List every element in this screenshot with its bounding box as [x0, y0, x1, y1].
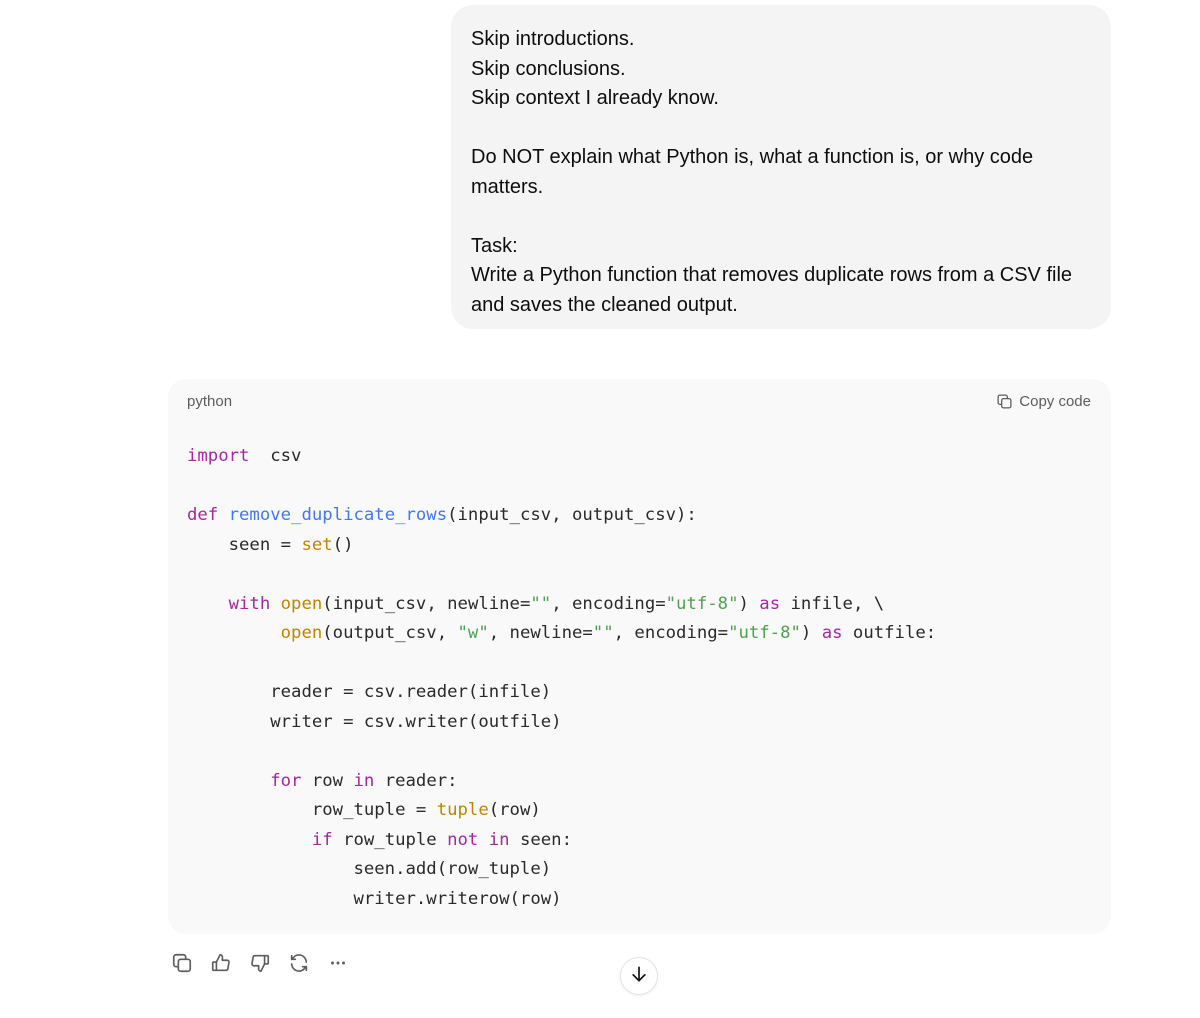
user-message-line: and saves the cleaned output. [471, 293, 738, 316]
code-token: reader: [374, 770, 458, 791]
more-horizontal-icon [327, 952, 349, 979]
code-token: def [187, 505, 219, 525]
code-token: ) [738, 593, 760, 614]
user-message-line: Write a Python function that removes dup… [471, 264, 1073, 286]
scroll-to-bottom-button[interactable] [620, 957, 658, 995]
thumbs-up-button[interactable] [207, 951, 235, 979]
code-token: not [447, 829, 479, 850]
code-token: writer = csv.writer(outfile) [187, 711, 562, 732]
user-message-line [471, 202, 1091, 232]
code-token: as [821, 623, 843, 643]
user-message-line: Task: [471, 234, 518, 257]
code-line: for row in reader: [187, 767, 936, 797]
code-token: outfile: [842, 623, 937, 643]
code-token: infile, \ [780, 593, 885, 614]
code-line: row_tuple = tuple(row) [187, 796, 936, 826]
code-line: open(output_csv, "w", newline="", encodi… [187, 619, 937, 649]
code-token: "w" [457, 623, 489, 643]
copy-code-label: Copy code [1019, 392, 1091, 410]
code-token: writer.writerow(row) [187, 888, 562, 909]
code-token: in [488, 829, 510, 850]
copy-icon [171, 952, 193, 979]
more-options-button[interactable] [324, 951, 352, 979]
code-token: ) [800, 623, 822, 643]
code-token: (input_csv, output_csv): [447, 505, 697, 525]
code-token: "utf-8" [728, 623, 801, 643]
thumbs-down-icon [249, 952, 271, 979]
refresh-icon [288, 952, 310, 979]
user-message-line: Skip introductions. [471, 28, 635, 50]
code-token: "" [592, 623, 614, 643]
thumbs-down-button[interactable] [246, 951, 274, 979]
code-token: (row) [488, 800, 541, 820]
code-content: import csv def remove_duplicate_rows(inpu… [187, 442, 936, 914]
response-action-bar [168, 951, 352, 979]
code-token: , encoding= [613, 623, 729, 643]
code-language-label: python [187, 392, 233, 410]
code-block-header: python Copy code [187, 389, 1091, 413]
code-line: if row_tuple not in seen: [187, 826, 936, 856]
code-token: seen: [509, 829, 572, 850]
user-message-line: Skip conclusions. [471, 57, 626, 80]
code-line: writer.writerow(row) [187, 885, 936, 915]
user-message-line: matters. [471, 175, 544, 198]
code-token: open [280, 593, 323, 614]
user-message-line [471, 114, 1091, 144]
code-line: def remove_duplicate_rows(input_csv, out… [187, 501, 936, 531]
code-token: in [353, 770, 375, 791]
copy-icon [996, 393, 1013, 410]
code-line: import csv [187, 442, 936, 472]
code-token: import [187, 446, 250, 466]
code-token: as [759, 593, 781, 614]
code-token: seen = [187, 534, 302, 555]
code-token: (input_csv, newline= [322, 593, 531, 614]
code-line: seen = set() [187, 531, 936, 561]
code-line: seen.add(row_tuple) [187, 855, 936, 885]
code-token: row_tuple = [187, 800, 437, 820]
code-token: seen.add(row_tuple) [187, 859, 552, 879]
user-message-bubble: Skip introductions. Skip conclusions. Skip… [451, 5, 1111, 329]
copy-response-button[interactable] [168, 951, 196, 979]
code-line: with open(input_csv, newline="", encodin… [187, 590, 936, 620]
code-token: for [270, 770, 302, 791]
user-message-line: Do NOT explain what Python is, what a fu… [471, 146, 1034, 168]
thumbs-up-icon [210, 952, 232, 979]
code-token: remove_duplicate_rows [228, 505, 448, 525]
chat-page: Skip introductions. Skip conclusions. Skip… [0, 0, 1200, 1018]
code-token: set [301, 534, 333, 555]
regenerate-button[interactable] [285, 951, 313, 979]
code-line: reader = csv.reader(infile) [187, 678, 936, 708]
user-message-line: Skip context I already know. [471, 87, 719, 109]
code-token: () [332, 534, 354, 555]
code-token: open [280, 623, 323, 643]
code-token: row_tuple [332, 829, 448, 850]
code-token: tuple [436, 800, 489, 820]
code-block: python Copy code import csv def remove_du… [168, 379, 1111, 934]
copy-code-button[interactable]: Copy code [996, 393, 1091, 410]
arrow-down-icon [629, 964, 649, 989]
code-token: , newline= [488, 623, 593, 643]
code-token: row [301, 770, 354, 791]
user-message-text: Skip introductions. Skip conclusions. Skip… [471, 25, 1091, 320]
code-line: writer = csv.writer(outfile) [187, 708, 936, 738]
code-token: reader = csv.reader(infile) [187, 682, 552, 702]
code-token: with [228, 593, 271, 614]
code-token: , encoding= [551, 593, 666, 614]
code-token: "utf-8" [665, 593, 739, 614]
code-token: "" [530, 593, 552, 614]
code-token: if [311, 829, 333, 850]
code-token: (output_csv, [322, 623, 458, 643]
code-token: csv [249, 446, 302, 466]
